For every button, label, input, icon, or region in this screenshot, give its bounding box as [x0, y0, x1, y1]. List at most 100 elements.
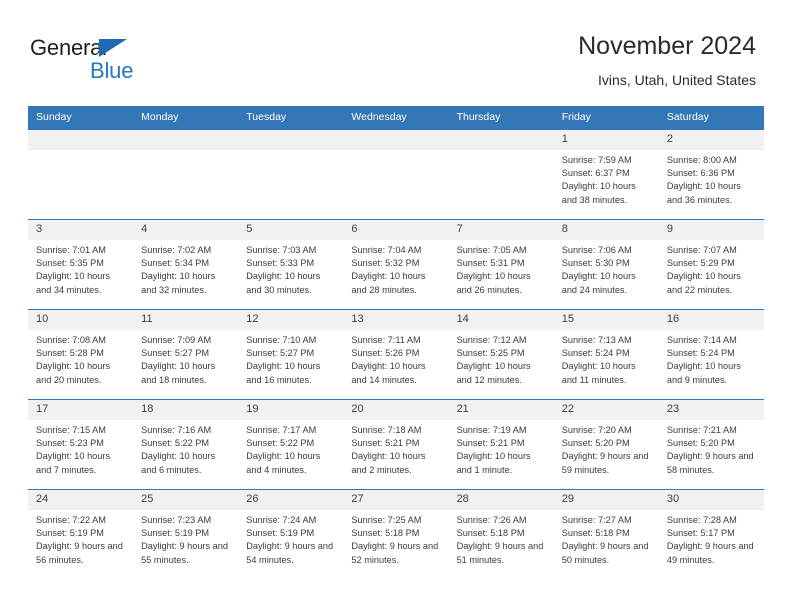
sunset-text: Sunset: 5:19 PM	[141, 528, 210, 539]
sunset-text: Sunset: 5:20 PM	[561, 438, 630, 449]
day-cell[interactable]: 2 Sunrise: 8:00 AM Sunset: 6:36 PM Dayli…	[658, 130, 764, 219]
sunrise-text: Sunrise: 7:59 AM	[561, 155, 632, 165]
daylight-text: Daylight: 10 hours and 32 minutes.	[141, 271, 216, 295]
day-number: 2	[658, 130, 764, 150]
daylight-text: Daylight: 9 hours and 58 minutes.	[666, 451, 754, 475]
day-cell[interactable]: 27 Sunrise: 7:25 AM Sunset: 5:18 PM Dayl…	[343, 490, 449, 579]
day-cell[interactable]: 12 Sunrise: 7:10 AM Sunset: 5:27 PM Dayl…	[238, 310, 344, 399]
daylight-text: Daylight: 10 hours and 36 minutes.	[666, 181, 741, 205]
sunrise-text: Sunrise: 7:17 AM	[246, 425, 317, 435]
day-number: 18	[133, 400, 239, 420]
sunrise-text: Sunrise: 7:04 AM	[351, 245, 422, 255]
sunset-text: Sunset: 5:17 PM	[666, 528, 735, 539]
brand-logo: General Blue	[30, 36, 160, 84]
day-cell[interactable]: 28 Sunrise: 7:26 AM Sunset: 5:18 PM Dayl…	[448, 490, 554, 579]
day-cell[interactable]: 6 Sunrise: 7:04 AM Sunset: 5:32 PM Dayli…	[343, 220, 449, 309]
day-cell[interactable]	[28, 130, 134, 219]
title-block: November 2024 Ivins, Utah, United States	[578, 30, 756, 90]
day-cell[interactable]: 20 Sunrise: 7:18 AM Sunset: 5:21 PM Dayl…	[343, 400, 449, 489]
calendar-week-row: 17 Sunrise: 7:15 AM Sunset: 5:23 PM Dayl…	[28, 399, 764, 489]
day-cell[interactable]: 9 Sunrise: 7:07 AM Sunset: 5:29 PM Dayli…	[658, 220, 764, 309]
sunrise-text: Sunrise: 7:14 AM	[666, 335, 737, 345]
sunrise-text: Sunrise: 7:26 AM	[456, 515, 527, 525]
sunrise-text: Sunrise: 7:21 AM	[666, 425, 737, 435]
day-cell[interactable]: 21 Sunrise: 7:19 AM Sunset: 5:21 PM Dayl…	[448, 400, 554, 489]
sunrise-text: Sunrise: 7:24 AM	[246, 515, 317, 525]
sunset-text: Sunset: 5:28 PM	[36, 348, 104, 359]
day-cell[interactable]: 1 Sunrise: 7:59 AM Sunset: 6:37 PM Dayli…	[553, 130, 659, 219]
day-cell[interactable]: 3 Sunrise: 7:01 AM Sunset: 5:35 PM Dayli…	[28, 220, 134, 309]
day-cell[interactable]: 18 Sunrise: 7:16 AM Sunset: 5:22 PM Dayl…	[133, 400, 239, 489]
sunset-text: Sunset: 6:36 PM	[666, 168, 735, 179]
day-cell[interactable]: 24 Sunrise: 7:22 AM Sunset: 5:19 PM Dayl…	[28, 490, 134, 579]
daylight-text: Daylight: 10 hours and 38 minutes.	[561, 181, 636, 205]
sunset-text: Sunset: 5:27 PM	[246, 348, 315, 359]
day-cell[interactable]: 19 Sunrise: 7:17 AM Sunset: 5:22 PM Dayl…	[238, 400, 344, 489]
day-cell[interactable]: 8 Sunrise: 7:06 AM Sunset: 5:30 PM Dayli…	[553, 220, 659, 309]
weekday-header-row: Sunday Monday Tuesday Wednesday Thursday…	[28, 106, 764, 129]
sunrise-text: Sunrise: 7:07 AM	[666, 245, 737, 255]
day-cell[interactable]: 30 Sunrise: 7:28 AM Sunset: 5:17 PM Dayl…	[658, 490, 764, 579]
day-number: 27	[343, 490, 449, 510]
day-cell[interactable]: 15 Sunrise: 7:13 AM Sunset: 5:24 PM Dayl…	[553, 310, 659, 399]
weekday-header-tuesday: Tuesday	[246, 111, 287, 123]
day-cell[interactable]: 23 Sunrise: 7:21 AM Sunset: 5:20 PM Dayl…	[658, 400, 764, 489]
day-number: 13	[343, 310, 449, 330]
calendar-week-row: 10 Sunrise: 7:08 AM Sunset: 5:28 PM Dayl…	[28, 309, 764, 399]
day-number: 7	[448, 220, 554, 240]
sunset-text: Sunset: 5:29 PM	[666, 258, 735, 269]
day-cell[interactable]: 17 Sunrise: 7:15 AM Sunset: 5:23 PM Dayl…	[28, 400, 134, 489]
day-cell[interactable]: 14 Sunrise: 7:12 AM Sunset: 5:25 PM Dayl…	[448, 310, 554, 399]
day-details: Sunrise: 7:28 AM Sunset: 5:17 PM Dayligh…	[659, 510, 764, 567]
day-cell[interactable]: 25 Sunrise: 7:23 AM Sunset: 5:19 PM Dayl…	[133, 490, 239, 579]
day-cell[interactable]: 5 Sunrise: 7:03 AM Sunset: 5:33 PM Dayli…	[238, 220, 344, 309]
page-subtitle: Ivins, Utah, United States	[598, 72, 756, 88]
day-details: Sunrise: 7:05 AM Sunset: 5:31 PM Dayligh…	[449, 240, 554, 297]
sunrise-text: Sunrise: 7:25 AM	[351, 515, 422, 525]
day-details: Sunrise: 7:27 AM Sunset: 5:18 PM Dayligh…	[554, 510, 659, 567]
day-cell[interactable]	[133, 130, 239, 219]
day-number: 14	[448, 310, 554, 330]
day-details: Sunrise: 7:09 AM Sunset: 5:27 PM Dayligh…	[133, 330, 238, 387]
daylight-text: Daylight: 10 hours and 30 minutes.	[246, 271, 321, 295]
sunrise-text: Sunrise: 7:05 AM	[456, 245, 527, 255]
page-title: November 2024	[578, 32, 756, 60]
day-cell[interactable]: 16 Sunrise: 7:14 AM Sunset: 5:24 PM Dayl…	[658, 310, 764, 399]
sunset-text: Sunset: 5:22 PM	[141, 438, 210, 449]
sunset-text: Sunset: 5:27 PM	[141, 348, 210, 359]
day-number: 10	[28, 310, 134, 330]
day-details: Sunrise: 7:24 AM Sunset: 5:19 PM Dayligh…	[238, 510, 343, 567]
day-cell[interactable]: 26 Sunrise: 7:24 AM Sunset: 5:19 PM Dayl…	[238, 490, 344, 579]
day-details: Sunrise: 7:26 AM Sunset: 5:18 PM Dayligh…	[449, 510, 554, 567]
day-cell[interactable]: 11 Sunrise: 7:09 AM Sunset: 5:27 PM Dayl…	[133, 310, 239, 399]
day-details: Sunrise: 7:12 AM Sunset: 5:25 PM Dayligh…	[449, 330, 554, 387]
daylight-text: Daylight: 10 hours and 28 minutes.	[351, 271, 426, 295]
day-cell[interactable]: 10 Sunrise: 7:08 AM Sunset: 5:28 PM Dayl…	[28, 310, 134, 399]
day-details: Sunrise: 7:14 AM Sunset: 5:24 PM Dayligh…	[659, 330, 764, 387]
daylight-text: Daylight: 10 hours and 26 minutes.	[456, 271, 531, 295]
day-cell[interactable]: 29 Sunrise: 7:27 AM Sunset: 5:18 PM Dayl…	[553, 490, 659, 579]
day-cell[interactable]: 7 Sunrise: 7:05 AM Sunset: 5:31 PM Dayli…	[448, 220, 554, 309]
day-cell[interactable]: 22 Sunrise: 7:20 AM Sunset: 5:20 PM Dayl…	[553, 400, 659, 489]
day-cell[interactable]: 13 Sunrise: 7:11 AM Sunset: 5:26 PM Dayl…	[343, 310, 449, 399]
sunrise-text: Sunrise: 7:20 AM	[561, 425, 632, 435]
day-number: 11	[133, 310, 239, 330]
day-details: Sunrise: 7:10 AM Sunset: 5:27 PM Dayligh…	[238, 330, 343, 387]
day-details: Sunrise: 7:01 AM Sunset: 5:35 PM Dayligh…	[28, 240, 133, 297]
daylight-text: Daylight: 10 hours and 12 minutes.	[456, 361, 531, 385]
sunset-text: Sunset: 5:23 PM	[36, 438, 104, 449]
sunrise-text: Sunrise: 7:12 AM	[456, 335, 527, 345]
daylight-text: Daylight: 10 hours and 16 minutes.	[246, 361, 321, 385]
sunrise-text: Sunrise: 7:03 AM	[246, 245, 317, 255]
daylight-text: Daylight: 10 hours and 14 minutes.	[351, 361, 426, 385]
daylight-text: Daylight: 10 hours and 7 minutes.	[36, 451, 111, 475]
day-cell[interactable]	[238, 130, 344, 219]
sunset-text: Sunset: 5:21 PM	[351, 438, 420, 449]
day-details: Sunrise: 8:00 AM Sunset: 6:36 PM Dayligh…	[659, 150, 764, 207]
day-cell[interactable]	[343, 130, 449, 219]
day-cell[interactable]: 4 Sunrise: 7:02 AM Sunset: 5:34 PM Dayli…	[133, 220, 239, 309]
day-cell[interactable]	[448, 130, 554, 219]
daylight-text: Daylight: 10 hours and 22 minutes.	[666, 271, 741, 295]
day-details: Sunrise: 7:19 AM Sunset: 5:21 PM Dayligh…	[449, 420, 554, 477]
daylight-text: Daylight: 10 hours and 34 minutes.	[36, 271, 111, 295]
